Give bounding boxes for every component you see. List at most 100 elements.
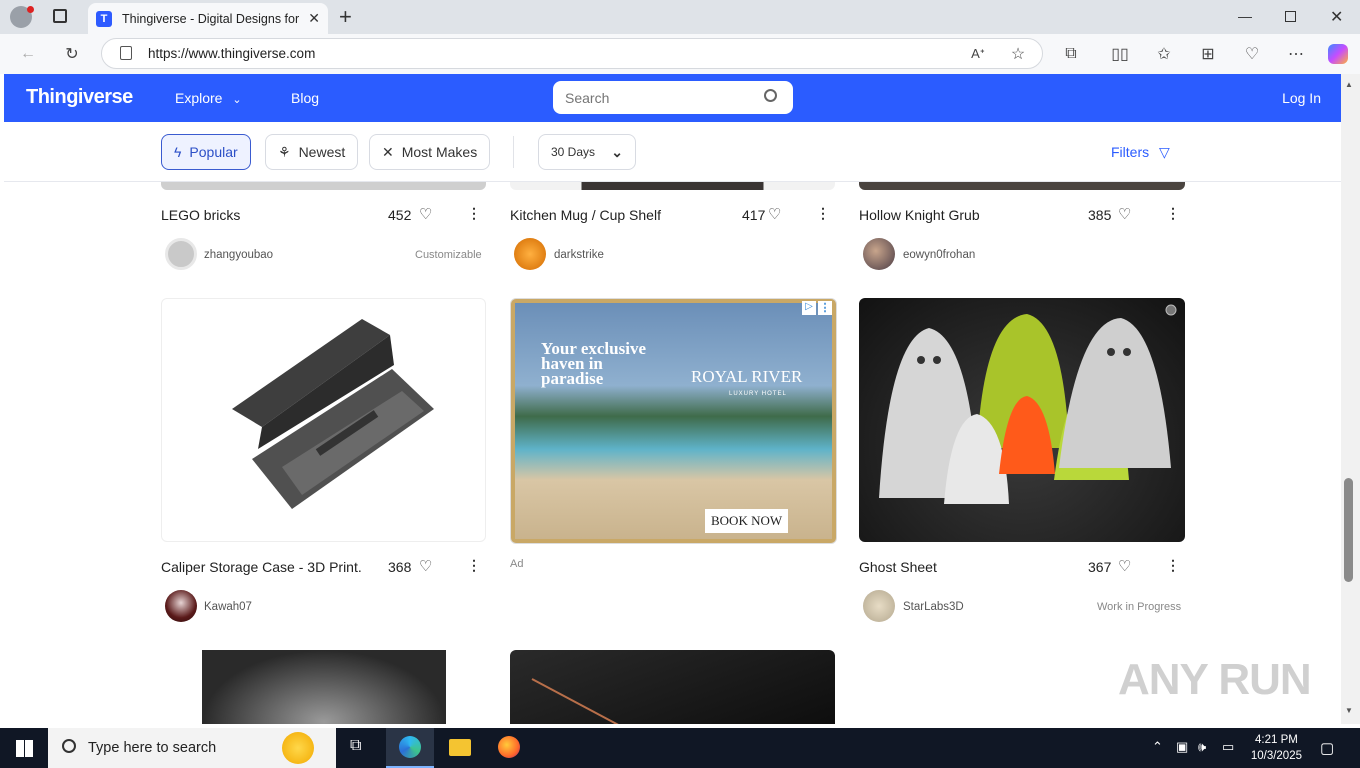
refresh-icon[interactable]: ↻	[58, 40, 86, 68]
extensions-icon[interactable]: ⧉	[1057, 40, 1085, 68]
like-count: 452	[388, 207, 412, 223]
more-options-icon[interactable]: ⋮	[1166, 205, 1180, 222]
network-icon[interactable]: ▭	[1222, 739, 1234, 755]
heart-icon[interactable]: ♡	[1118, 205, 1131, 223]
ad-cta-button[interactable]: BOOK NOW	[705, 509, 789, 533]
period-select[interactable]: 30 Days ⌄	[538, 134, 636, 170]
heart-icon[interactable]: ♡	[419, 205, 432, 223]
explore-menu[interactable]: Explore ⌄	[175, 90, 242, 106]
system-clock[interactable]: 4:21 PM 10/3/2025	[1251, 732, 1302, 764]
performance-icon[interactable]: ♡	[1238, 40, 1266, 68]
heart-icon[interactable]: ♡	[1118, 557, 1131, 575]
grub-thumbnail-edge[interactable]	[859, 182, 1185, 190]
search-icon[interactable]	[764, 89, 777, 102]
ad-label: Ad	[510, 558, 524, 570]
card-title[interactable]: Ghost Sheet	[859, 559, 1059, 575]
period-label: 30 Days	[551, 145, 596, 159]
volume-icon[interactable]: 🕪	[1198, 739, 1206, 755]
avatar[interactable]	[165, 238, 197, 270]
author-name[interactable]: StarLabs3D	[903, 601, 964, 613]
author-name[interactable]: Kawah07	[204, 601, 252, 613]
close-window-icon[interactable]: ✕	[1330, 7, 1343, 27]
like-count: 385	[1088, 207, 1112, 223]
anyrun-watermark: ANY RUN	[1118, 655, 1312, 704]
more-menu-icon[interactable]: ⋯	[1282, 40, 1310, 68]
split-screen-icon[interactable]: ▯▯	[1106, 40, 1134, 68]
most-makes-filter-button[interactable]: ✕ Most Makes	[369, 134, 491, 170]
scroll-up-icon[interactable]: ▲	[1345, 80, 1353, 89]
filters-button[interactable]: Filters ▽	[1111, 144, 1170, 161]
caliper-case-thumbnail[interactable]	[161, 298, 486, 542]
windows-start-icon[interactable]	[16, 740, 33, 757]
adchoices-icon[interactable]: ▷	[802, 301, 816, 315]
ad-banner[interactable]: Your exclusive haven in paradise ROYAL R…	[510, 298, 837, 544]
back-icon[interactable]: ←	[14, 40, 42, 68]
avatar[interactable]	[863, 590, 895, 622]
avatar[interactable]	[863, 238, 895, 270]
tab-title: Thingiverse - Digital Designs for P	[122, 11, 302, 26]
url-text: https://www.thingiverse.com	[148, 46, 316, 61]
url-field[interactable]: https://www.thingiverse.com	[101, 38, 1043, 69]
avatar[interactable]	[165, 590, 197, 622]
scroll-down-icon[interactable]: ▼	[1345, 706, 1353, 715]
restore-icon[interactable]	[1285, 11, 1296, 22]
author-name[interactable]: zhangyoubao	[204, 249, 273, 261]
things-grid: LEGO bricks 452 ♡ ⋮ zhangyoubao Customiz…	[4, 182, 1341, 724]
lock-icon	[120, 46, 132, 60]
mask-thumbnail[interactable]	[161, 650, 486, 724]
notification-dot	[27, 6, 34, 13]
mug-shelf-thumbnail-edge[interactable]	[510, 182, 835, 190]
notifications-icon[interactable]: ▢	[1320, 739, 1334, 757]
newest-filter-button[interactable]: ⚘ Newest	[265, 134, 359, 170]
firefox-icon[interactable]	[498, 736, 520, 758]
card-title[interactable]: Kitchen Mug / Cup Shelf	[510, 207, 710, 223]
needle-thumbnail[interactable]	[510, 650, 835, 724]
heart-icon[interactable]: ♡	[768, 205, 781, 223]
card-title[interactable]: Caliper Storage Case - 3D Print...	[161, 559, 361, 575]
card-title[interactable]: LEGO bricks	[161, 207, 361, 223]
close-tab-icon[interactable]: ✕	[308, 10, 320, 27]
more-options-icon[interactable]: ⋮	[467, 557, 481, 574]
scrollbar-thumb[interactable]	[1344, 478, 1353, 582]
ghost-sheet-thumbnail[interactable]	[859, 298, 1185, 542]
favorite-star-icon[interactable]: ☆	[1004, 40, 1032, 68]
tab-actions-icon[interactable]	[53, 9, 67, 23]
author-name[interactable]: darkstrike	[554, 249, 604, 261]
thingiverse-logo[interactable]: Thingiverse	[26, 86, 133, 109]
file-explorer-icon[interactable]	[449, 739, 471, 756]
more-options-icon[interactable]: ⋮	[1166, 557, 1180, 574]
task-view-icon[interactable]: ⧉	[350, 737, 361, 755]
new-tab-icon[interactable]: +	[339, 4, 352, 30]
thingiverse-favicon: T	[96, 10, 112, 27]
copilot-icon[interactable]	[1324, 40, 1352, 68]
lego-thumbnail-edge[interactable]	[161, 182, 486, 190]
site-header: Thingiverse Explore ⌄ Blog Log In	[4, 74, 1341, 122]
heart-icon[interactable]: ♡	[419, 557, 432, 575]
blog-link[interactable]: Blog	[291, 90, 319, 106]
edge-app-icon[interactable]	[386, 728, 434, 768]
search-icon	[62, 739, 76, 753]
tab-thingiverse[interactable]: T Thingiverse - Digital Designs for P ✕	[88, 3, 328, 34]
collections-icon[interactable]: ⊞	[1194, 40, 1222, 68]
avatar[interactable]	[514, 238, 546, 270]
favorites-icon[interactable]: ✩	[1150, 40, 1178, 68]
device-icon[interactable]: ▣	[1176, 739, 1188, 755]
more-options-icon[interactable]: ⋮	[467, 205, 481, 222]
ad-brand: ROYAL RIVER	[691, 367, 803, 386]
card-title[interactable]: Hollow Knight Grub	[859, 207, 1059, 223]
tray-overflow-icon[interactable]: ⌃	[1152, 739, 1163, 755]
read-aloud-icon[interactable]: Aᐩ	[964, 40, 992, 68]
taskbar-search[interactable]: Type here to search	[48, 728, 336, 768]
explore-label: Explore	[175, 90, 223, 106]
author-name[interactable]: eowyn0frohan	[903, 249, 975, 261]
minimize-icon[interactable]: —	[1238, 8, 1252, 24]
needle-render	[531, 678, 639, 724]
popular-filter-button[interactable]: ϟ Popular	[161, 134, 251, 170]
more-options-icon[interactable]: ⋮	[816, 205, 830, 222]
browser-tab-strip: T Thingiverse - Digital Designs for P ✕ …	[0, 0, 1360, 34]
login-link[interactable]: Log In	[1282, 90, 1321, 106]
chevron-down-icon: ⌄	[232, 94, 242, 106]
search-input[interactable]	[553, 81, 793, 114]
ad-menu-icon[interactable]: ⋮	[818, 301, 832, 315]
page-scrollbar[interactable]	[1341, 74, 1360, 724]
